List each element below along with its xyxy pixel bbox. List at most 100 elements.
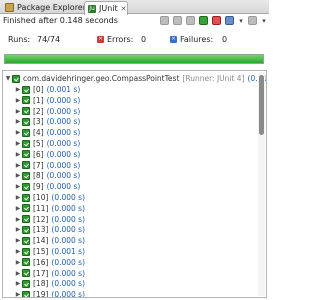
test-case-name: [10]: [33, 193, 49, 202]
test-time: (0.000 s): [51, 193, 86, 202]
test-case-row[interactable]: ▶ [17] (0.000 s): [14, 269, 85, 278]
test-case-row[interactable]: ▶ [3] (0.000 s): [14, 117, 81, 127]
tree-root-row[interactable]: ▼ com.davidehringer.geo.CompassPointTest…: [4, 74, 266, 83]
test-passed-icon: [22, 85, 30, 94]
test-passed-icon: [22, 247, 30, 256]
expand-icon[interactable]: ▶: [14, 107, 22, 116]
expand-icon[interactable]: ▶: [14, 279, 22, 288]
errors-label: Errors:: [107, 35, 134, 44]
test-case-row[interactable]: ▶ [8] (0.000 s): [14, 171, 81, 181]
expand-icon[interactable]: ▶: [14, 161, 22, 170]
close-icon[interactable]: ✕: [121, 5, 127, 13]
test-case-row[interactable]: ▶ [9] (0.000 s): [14, 182, 81, 191]
test-case-row[interactable]: ▶ [12] (0.000 s): [14, 215, 85, 224]
test-tree[interactable]: ▼ com.davidehringer.geo.CompassPointTest…: [2, 70, 267, 298]
test-case-row[interactable]: ▶ [6] (0.000 s): [14, 150, 81, 159]
test-case-row[interactable]: ▶ [5] (0.000 s): [14, 139, 81, 148]
expand-icon[interactable]: ▶: [14, 269, 22, 278]
status-text: Finished after 0.148 seconds: [3, 16, 118, 25]
view-menu-dropdown-icon[interactable]: ▾: [261, 17, 267, 25]
test-time: (0.000 s): [46, 160, 81, 170]
test-time: (0.000 s): [46, 117, 81, 127]
test-passed-icon: [22, 117, 30, 126]
test-time: (0.000 s): [46, 95, 81, 105]
test-case-row[interactable]: ▶ [4] (0.000 s): [14, 128, 81, 138]
test-case-row[interactable]: ▶ [14] (0.000 s): [14, 236, 85, 245]
tab-label: Package Explorer: [17, 3, 87, 12]
previous-failure-icon[interactable]: [173, 16, 182, 25]
test-case-row[interactable]: ▶ [18] (0.000 s): [14, 279, 85, 288]
test-case-row[interactable]: ▶ [7] (0.000 s): [14, 160, 81, 170]
test-time: (0.000 s): [46, 106, 81, 116]
test-passed-icon: [22, 279, 30, 288]
expand-icon[interactable]: ▶: [14, 128, 22, 137]
vertical-scrollbar[interactable]: [258, 72, 265, 296]
expand-icon[interactable]: ▶: [14, 215, 22, 224]
test-time: (0.000 s): [46, 128, 81, 138]
test-case-name: [18]: [33, 279, 49, 289]
test-passed-icon: [22, 107, 30, 116]
test-passed-icon: [22, 258, 30, 267]
test-time: (0.000 s): [51, 225, 86, 235]
error-icon: ✕: [97, 36, 104, 43]
test-case-name: [2]: [33, 106, 44, 116]
expand-icon[interactable]: ▶: [14, 171, 22, 180]
test-case-row[interactable]: ▶ [19] (0.000 s): [14, 290, 86, 298]
expand-icon[interactable]: ▶: [14, 96, 22, 105]
expand-icon[interactable]: ▶: [14, 290, 22, 297]
test-passed-icon: [22, 204, 30, 213]
test-case-row[interactable]: ▶ [15] (0.001 s): [14, 247, 85, 256]
test-case-row[interactable]: ▶ [16] (0.000 s): [14, 258, 85, 267]
test-time: (0.000 s): [51, 279, 86, 289]
test-passed-icon: [22, 96, 30, 105]
history-dropdown-icon[interactable]: ▾: [238, 17, 244, 25]
test-case-row[interactable]: ▶ [13] (0.000 s): [14, 225, 85, 234]
expand-icon[interactable]: ▶: [14, 150, 22, 159]
tab-label: JUnit: [99, 4, 118, 13]
expand-icon[interactable]: ▶: [14, 247, 22, 256]
expand-icon[interactable]: ▶: [14, 139, 22, 148]
next-failure-icon[interactable]: [160, 16, 169, 25]
test-case-row[interactable]: ▶ [10] (0.000 s): [14, 193, 85, 202]
test-case-name: [17]: [33, 268, 49, 278]
test-time: (0.000 s): [51, 290, 86, 298]
test-case-name: [12]: [33, 214, 49, 224]
tab-package-explorer[interactable]: Package Explorer: [2, 1, 86, 14]
stop-test-icon[interactable]: [212, 16, 221, 25]
tab-junit[interactable]: Ju JUnit ✕: [84, 1, 128, 15]
test-time: (0.000 s): [51, 268, 86, 278]
test-case-name: [8]: [33, 171, 44, 181]
test-passed-icon: [22, 182, 30, 191]
scrollbar-thumb[interactable]: [259, 75, 264, 135]
expand-icon[interactable]: ▶: [14, 182, 22, 191]
test-case-name: [1]: [33, 95, 44, 105]
view-menu-icon[interactable]: [248, 16, 257, 25]
test-case-name: [14]: [33, 236, 49, 246]
test-case-row[interactable]: ▶ [0] (0.001 s): [14, 85, 81, 94]
test-case-name: [19]: [33, 290, 49, 298]
rerun-test-icon[interactable]: [199, 16, 208, 25]
test-case-name: [3]: [33, 117, 44, 127]
show-failures-only-icon[interactable]: [186, 16, 195, 25]
failures-value: 0: [222, 35, 228, 44]
test-case-row[interactable]: ▶ [2] (0.000 s): [14, 106, 81, 116]
expand-icon[interactable]: ▶: [14, 236, 22, 245]
history-icon[interactable]: [225, 16, 234, 25]
expand-icon[interactable]: ▶: [14, 258, 22, 267]
expand-icon[interactable]: ▶: [14, 193, 22, 202]
test-case-row[interactable]: ▶ [1] (0.000 s): [14, 95, 81, 105]
test-time: (0.000 s): [51, 203, 86, 213]
test-time: (0.000 s): [51, 214, 86, 224]
test-passed-icon: [22, 290, 30, 297]
junit-toolbar: ▾ ▾: [160, 15, 267, 26]
expand-icon[interactable]: ▶: [14, 204, 22, 213]
test-case-name: [4]: [33, 128, 44, 138]
expand-icon[interactable]: ▶: [14, 117, 22, 126]
view-tab-bar: Package Explorer Ju JUnit ✕: [0, 0, 269, 15]
test-time: (0.001 s): [51, 247, 86, 256]
test-time: (0.000 s): [51, 236, 86, 246]
expand-icon[interactable]: ▶: [14, 85, 22, 94]
expand-icon[interactable]: ▶: [14, 225, 22, 234]
test-case-row[interactable]: ▶ [11] (0.000 s): [14, 204, 85, 213]
collapse-icon[interactable]: ▼: [4, 74, 12, 83]
